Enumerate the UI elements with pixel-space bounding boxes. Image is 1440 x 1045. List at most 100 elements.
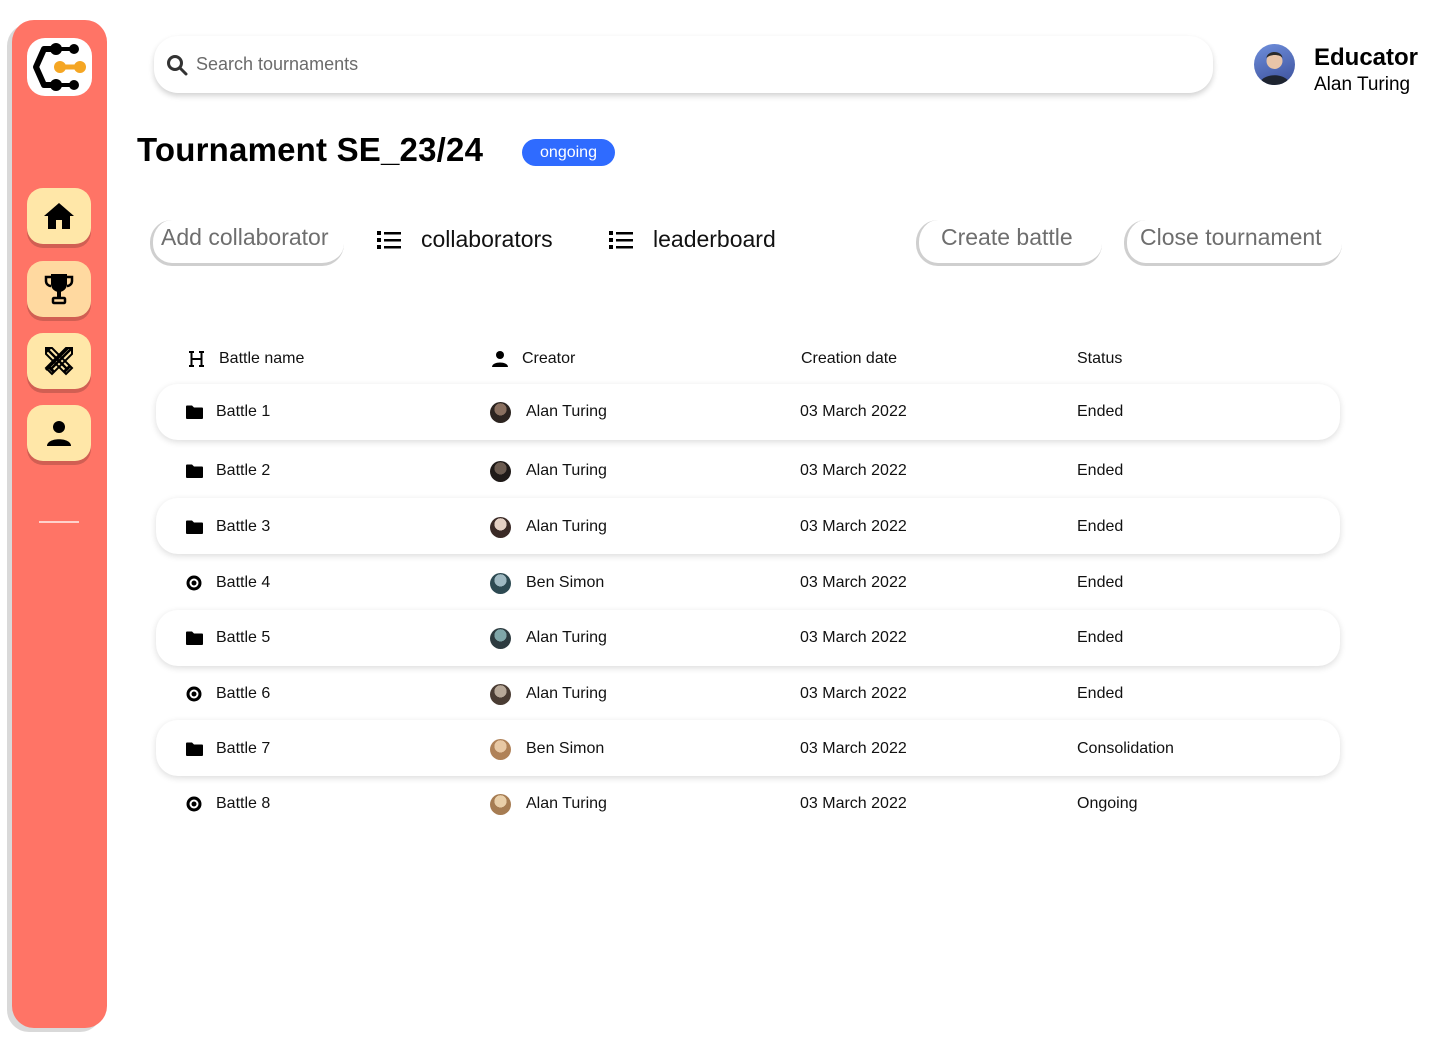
battle-name-cell[interactable]: Battle 1 bbox=[184, 402, 270, 422]
trophy-icon bbox=[44, 274, 74, 305]
creator-cell: Ben Simon bbox=[490, 572, 604, 594]
battle-name-cell[interactable]: Battle 7 bbox=[184, 739, 270, 759]
add-collaborator-button[interactable]: Add collaborator bbox=[150, 220, 344, 266]
creator-cell: Ben Simon bbox=[490, 738, 605, 760]
battle-name-cell[interactable]: Battle 8 bbox=[184, 794, 270, 814]
creator-name: Alan Turing bbox=[526, 795, 607, 812]
battle-name: Battle 5 bbox=[216, 629, 271, 646]
search-bar[interactable] bbox=[154, 36, 1213, 93]
header-label: Status bbox=[1077, 350, 1123, 367]
creator-name: Alan Turing bbox=[526, 685, 607, 702]
avatar bbox=[490, 460, 511, 482]
column-header-date[interactable]: Creation date bbox=[801, 350, 897, 368]
creation-date: 03 March 2022 bbox=[800, 740, 907, 757]
table-row[interactable] bbox=[156, 384, 1340, 440]
leaderboard-label: leaderboard bbox=[653, 226, 776, 252]
target-icon bbox=[184, 686, 204, 702]
header-label: Battle name bbox=[219, 350, 305, 367]
user-icon bbox=[492, 351, 508, 367]
battle-status: Consolidation bbox=[1077, 740, 1174, 757]
collaborators-link[interactable]: collaborators bbox=[377, 226, 553, 253]
target-icon bbox=[184, 575, 204, 591]
battle-name-cell[interactable]: Battle 3 bbox=[184, 517, 270, 537]
leaderboard-link[interactable]: leaderboard bbox=[609, 226, 776, 253]
crossed-swords-icon bbox=[44, 347, 74, 376]
avatar bbox=[490, 793, 511, 815]
creation-date: 03 March 2022 bbox=[800, 685, 907, 702]
creator-name: Alan Turing bbox=[526, 403, 607, 420]
folder-icon bbox=[184, 520, 204, 534]
column-header-creator[interactable]: Creator bbox=[492, 350, 575, 368]
battle-name: Battle 3 bbox=[216, 518, 271, 535]
column-header-status[interactable]: Status bbox=[1077, 350, 1122, 368]
creation-date: 03 March 2022 bbox=[800, 462, 907, 479]
battle-status: Ended bbox=[1077, 685, 1124, 702]
logo-icon bbox=[32, 43, 86, 91]
battle-name: Battle 8 bbox=[216, 795, 271, 812]
search-icon bbox=[167, 54, 188, 75]
header-label: Creation date bbox=[801, 350, 898, 367]
battle-name-cell[interactable]: Battle 6 bbox=[184, 684, 270, 704]
nav-battles-button[interactable] bbox=[27, 333, 91, 389]
creator-cell: Alan Turing bbox=[490, 683, 607, 705]
battle-name: Battle 1 bbox=[216, 403, 271, 420]
list-icon bbox=[609, 230, 633, 249]
list-icon bbox=[377, 230, 401, 249]
battle-name: Battle 2 bbox=[216, 462, 271, 479]
battle-name: Battle 4 bbox=[216, 574, 271, 591]
battle-name-cell[interactable]: Battle 5 bbox=[184, 628, 270, 648]
folder-icon bbox=[184, 464, 204, 478]
avatar bbox=[490, 401, 511, 423]
collaborators-label: collaborators bbox=[421, 226, 553, 252]
battle-name-cell[interactable]: Battle 4 bbox=[184, 573, 270, 593]
nav-profile-button[interactable] bbox=[27, 405, 91, 461]
creation-date: 03 March 2022 bbox=[800, 518, 907, 535]
app-logo[interactable] bbox=[27, 38, 92, 96]
home-icon bbox=[44, 203, 74, 229]
sidebar bbox=[12, 20, 107, 1028]
folder-icon bbox=[184, 631, 204, 645]
creator-cell: Alan Turing bbox=[490, 793, 607, 815]
avatar bbox=[490, 683, 511, 705]
close-tournament-button[interactable]: Close tournament bbox=[1124, 220, 1342, 266]
creator-cell: Alan Turing bbox=[490, 401, 607, 423]
battle-status: Ended bbox=[1077, 629, 1124, 646]
folder-icon bbox=[184, 742, 204, 756]
create-battle-button[interactable]: Create battle bbox=[916, 220, 1102, 266]
table-row[interactable] bbox=[156, 610, 1340, 666]
creator-name: Alan Turing bbox=[526, 629, 607, 646]
avatar bbox=[490, 516, 511, 538]
folder-icon bbox=[184, 405, 204, 419]
battle-status: Ended bbox=[1077, 462, 1124, 479]
battle-status: Ongoing bbox=[1077, 795, 1138, 812]
battle-status: Ended bbox=[1077, 574, 1124, 591]
creation-date: 03 March 2022 bbox=[800, 629, 907, 646]
avatar bbox=[490, 572, 511, 594]
battle-name: Battle 6 bbox=[216, 685, 271, 702]
battle-name-cell[interactable]: Battle 2 bbox=[184, 461, 270, 481]
user-icon bbox=[47, 421, 71, 446]
search-input[interactable] bbox=[196, 54, 1096, 75]
nav-home-button[interactable] bbox=[27, 188, 91, 244]
avatar bbox=[490, 738, 511, 760]
sidebar-divider bbox=[39, 521, 79, 523]
creator-name: Alan Turing bbox=[526, 462, 607, 479]
avatar bbox=[490, 627, 511, 649]
creator-cell: Alan Turing bbox=[490, 627, 607, 649]
creation-date: 03 March 2022 bbox=[800, 574, 907, 591]
creator-cell: Alan Turing bbox=[490, 460, 607, 482]
battle-name: Battle 7 bbox=[216, 740, 271, 757]
status-badge: ongoing bbox=[522, 139, 615, 166]
header-label: Creator bbox=[522, 350, 576, 367]
user-name: Alan Turing bbox=[1314, 74, 1411, 95]
creator-cell: Alan Turing bbox=[490, 516, 607, 538]
creator-name: Ben Simon bbox=[526, 740, 605, 757]
creation-date: 03 March 2022 bbox=[800, 795, 907, 812]
battle-status: Ended bbox=[1077, 518, 1124, 535]
target-icon bbox=[184, 796, 204, 812]
table-row[interactable] bbox=[156, 498, 1340, 554]
nav-tournaments-button[interactable] bbox=[27, 261, 91, 317]
creation-date: 03 March 2022 bbox=[800, 403, 907, 420]
column-header-name[interactable]: Battle name bbox=[188, 350, 304, 368]
user-avatar[interactable] bbox=[1254, 44, 1295, 85]
